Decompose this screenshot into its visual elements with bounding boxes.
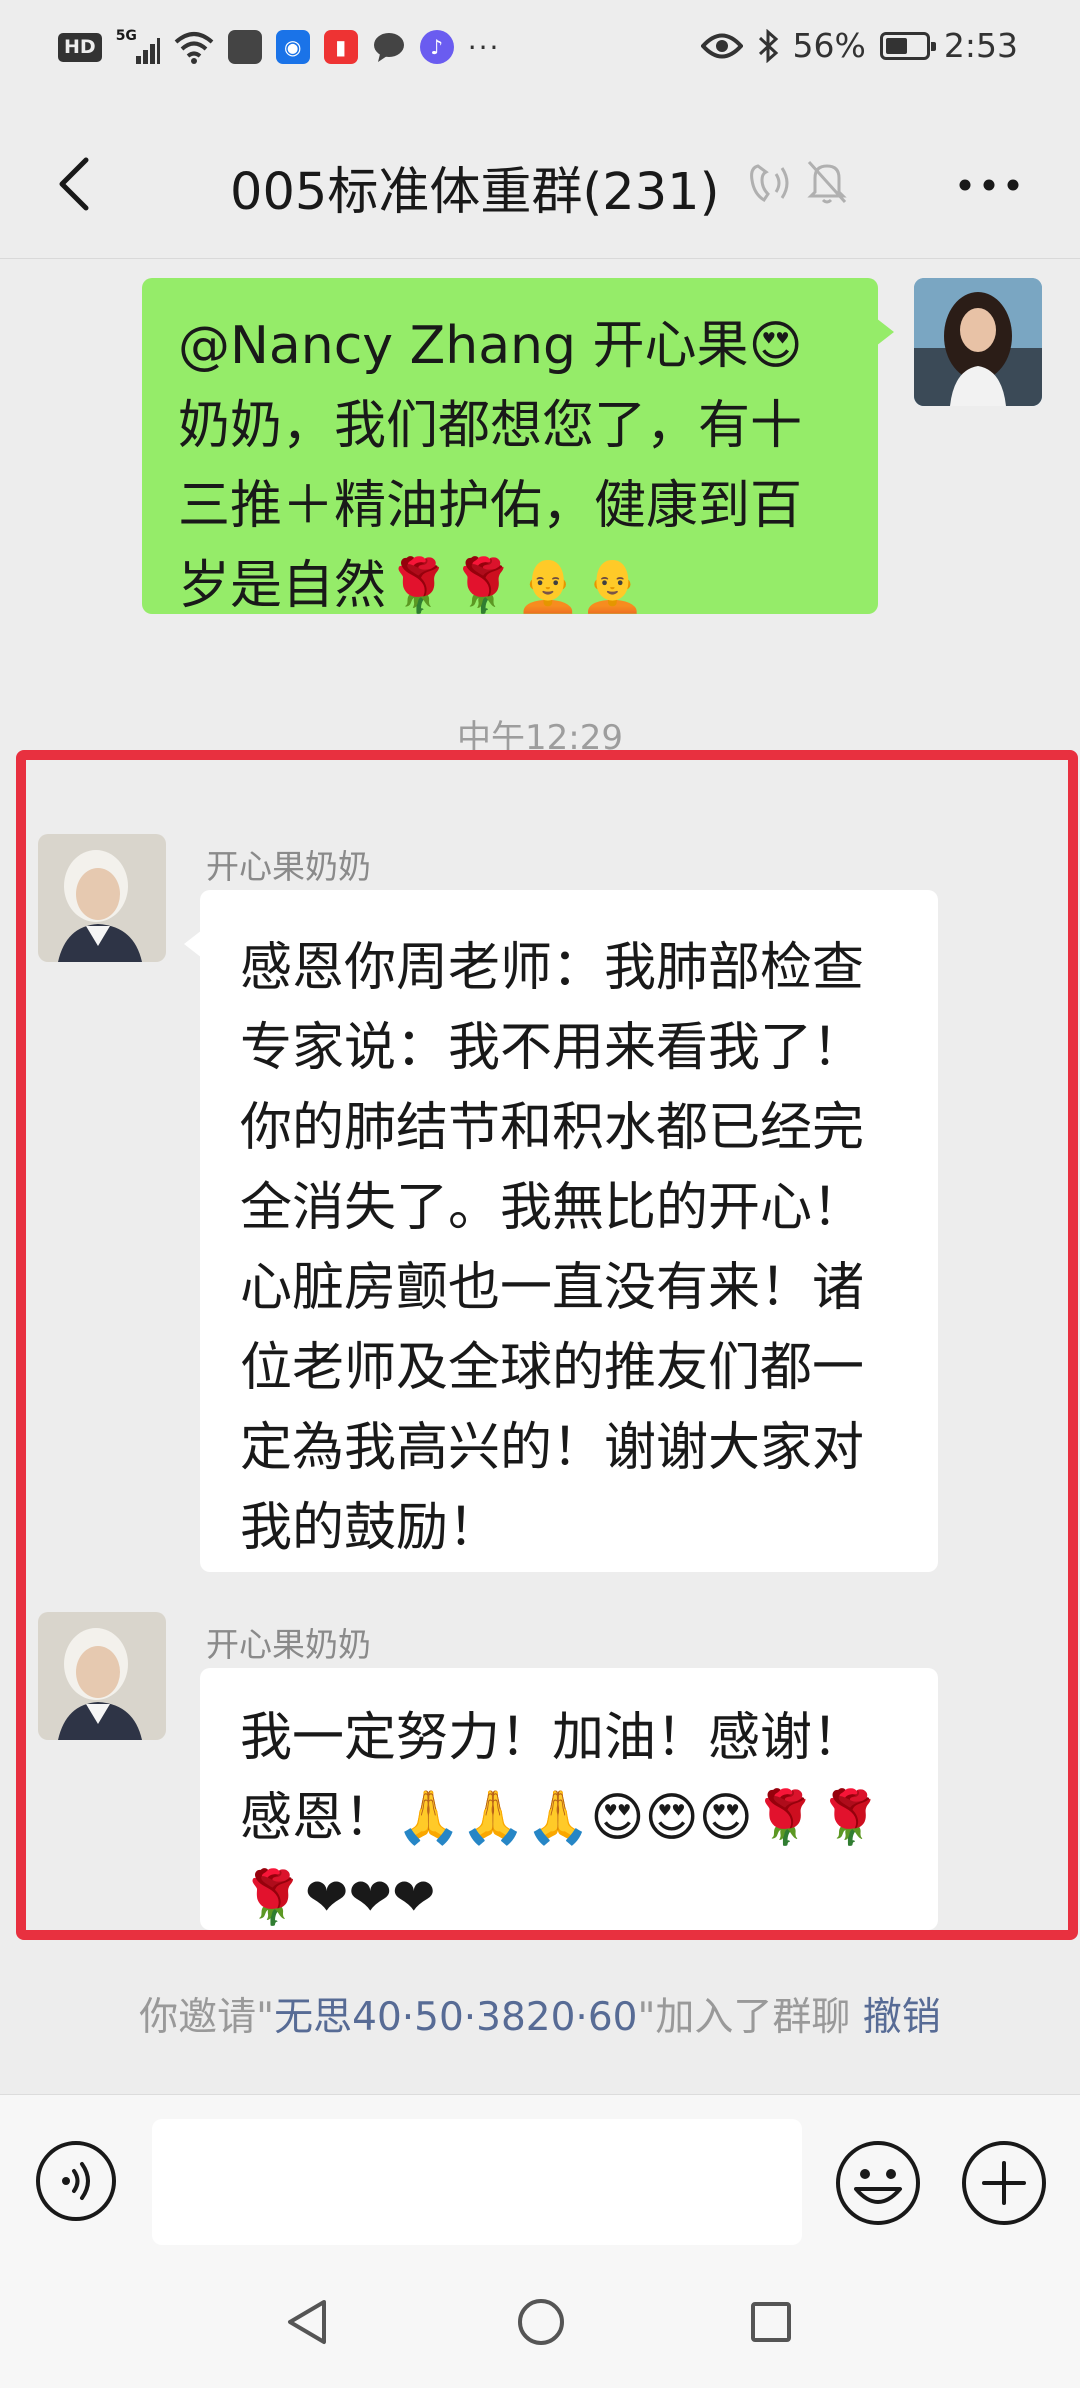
back-arrow-icon[interactable] bbox=[48, 154, 108, 214]
avatar-sender-image bbox=[38, 834, 166, 962]
message-bubble-self[interactable]: @Nancy Zhang 开心果😍 奶奶，我们都想您了，有十 三推＋精油护佑，健… bbox=[142, 278, 894, 616]
more-options-icon[interactable] bbox=[958, 178, 1020, 192]
avatar-self-image bbox=[914, 278, 1042, 406]
chat-header: 005标准体重群(231) bbox=[0, 108, 1080, 259]
input-bar bbox=[0, 2094, 1080, 2270]
book-icon: ▮ bbox=[323, 30, 358, 64]
status-icons-right: 56% 2:53 bbox=[700, 26, 1018, 65]
status-bar: HD 5G ◉ ▮ ♪ ··· 56% 2:53 bbox=[0, 0, 1080, 108]
emoji-icon[interactable] bbox=[834, 2139, 922, 2227]
voice-icon[interactable] bbox=[34, 2139, 118, 2223]
message-bubble-other[interactable]: 感恩你周老师：我肺部检查 专家说：我不用来看我了！ 你的肺结节和积水都已经完 全… bbox=[184, 890, 938, 1572]
message-text: 感恩你周老师：我肺部检查 专家说：我不用来看我了！ 你的肺结节和积水都已经完 全… bbox=[240, 938, 865, 1558]
invited-user-link[interactable]: 无思40·50·3820·60 bbox=[274, 1995, 637, 2040]
earpiece-mode-icon bbox=[750, 164, 789, 203]
nav-back-icon[interactable] bbox=[282, 2296, 334, 2348]
network-type-label: 5G bbox=[115, 28, 137, 44]
mute-bell-icon bbox=[807, 160, 847, 204]
nav-recent-apps-icon[interactable] bbox=[745, 2296, 797, 2348]
notification-app-icon bbox=[227, 30, 262, 64]
time-divider: 中午12:29 bbox=[457, 718, 623, 758]
wifi-icon bbox=[174, 32, 214, 64]
chat-title[interactable]: 005标准体重群(231) bbox=[230, 150, 719, 224]
revoke-link[interactable]: 撤销 bbox=[863, 1995, 941, 2040]
avatar-sender-image bbox=[38, 1612, 166, 1740]
message-bubble-other[interactable]: 我一定努力！加油！感谢！ 感恩！🙏🙏🙏😍😍😍🌹🌹 🌹❤❤❤ bbox=[200, 1668, 938, 1930]
sender-name: 开心果奶奶 bbox=[206, 1625, 371, 1664]
more-notifications-icon: ··· bbox=[467, 30, 501, 64]
system-message-prefix: 你邀请" bbox=[139, 1995, 275, 2040]
clock: 2:53 bbox=[943, 26, 1018, 65]
avatar-sender[interactable] bbox=[38, 834, 166, 962]
battery-fill bbox=[885, 37, 907, 54]
avatar-sender[interactable] bbox=[38, 1612, 166, 1740]
message-input[interactable] bbox=[152, 2119, 802, 2245]
hd-icon: HD bbox=[58, 32, 102, 62]
chat-bubble-icon bbox=[373, 33, 404, 62]
system-message-suffix: "加入了群聊 bbox=[637, 1995, 863, 2040]
music-icon: ♪ bbox=[419, 30, 454, 64]
avatar-self[interactable] bbox=[914, 278, 1042, 406]
status-icons-left: HD 5G ◉ ▮ ♪ ··· bbox=[58, 28, 501, 64]
signal-icon: 5G bbox=[115, 28, 160, 64]
system-message: 你邀请"无思40·50·3820·60"加入了群聊 撤销 bbox=[100, 1990, 980, 2046]
message-text: @Nancy Zhang 开心果😍 奶奶，我们都想您了，有十 三推＋精油护佑，健… bbox=[178, 316, 803, 616]
battery-percent: 56% bbox=[792, 26, 866, 65]
bluetooth-icon bbox=[758, 28, 778, 63]
sender-name: 开心果奶奶 bbox=[206, 847, 371, 886]
eye-icon bbox=[700, 33, 743, 58]
message-text: 我一定努力！加油！感谢！ 感恩！🙏🙏🙏😍😍😍🌹🌹 🌹❤❤❤ bbox=[240, 1708, 883, 1928]
nav-home-icon[interactable] bbox=[515, 2296, 567, 2348]
battery-icon bbox=[879, 31, 936, 60]
plus-icon[interactable] bbox=[960, 2139, 1048, 2227]
system-nav-bar bbox=[0, 2270, 1080, 2388]
lightbulb-icon: ◉ bbox=[275, 30, 310, 64]
